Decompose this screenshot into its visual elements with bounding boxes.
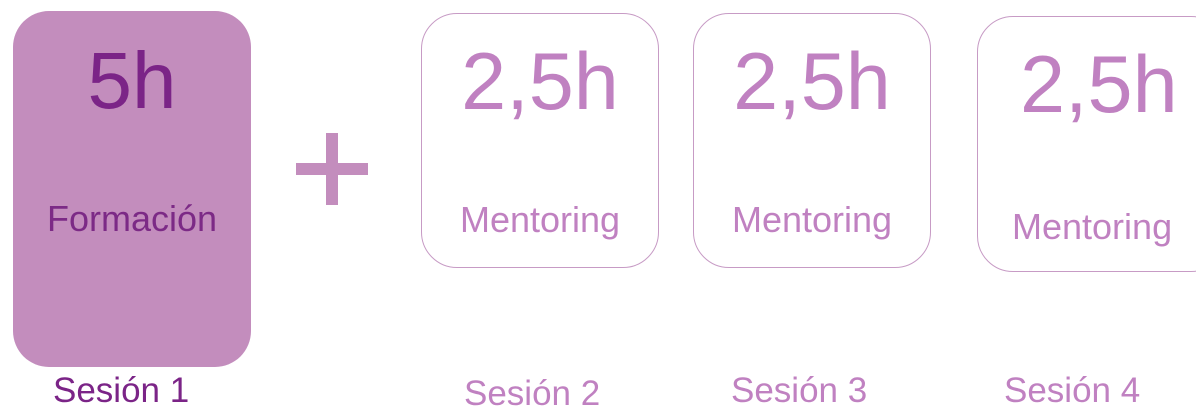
- session-3-card: 2,5h Mentoring: [693, 13, 931, 268]
- session-4-hours: 2,5h: [1020, 40, 1178, 130]
- session-1-type: Formación: [46, 198, 218, 239]
- session-3-type: Mentoring: [731, 199, 893, 240]
- session-2-hours: 2,5h: [461, 37, 619, 127]
- plus-icon: [296, 133, 368, 205]
- session-4-card: 2,5h Mentoring: [977, 16, 1196, 272]
- session-1-label: Sesión 1: [53, 371, 190, 410]
- session-1-hours: 5h: [87, 36, 177, 125]
- session-4-label: Sesión 4: [1004, 371, 1141, 410]
- session-3-hours: 2,5h: [733, 37, 891, 127]
- session-2-card: 2,5h Mentoring: [421, 13, 659, 268]
- session-2-type: Mentoring: [459, 199, 621, 240]
- session-3-label: Sesión 3: [731, 371, 868, 410]
- session-2-label: Sesión 2: [464, 374, 601, 413]
- session-4-type: Mentoring: [1012, 206, 1173, 247]
- session-1-card: 5h Formación: [13, 11, 251, 367]
